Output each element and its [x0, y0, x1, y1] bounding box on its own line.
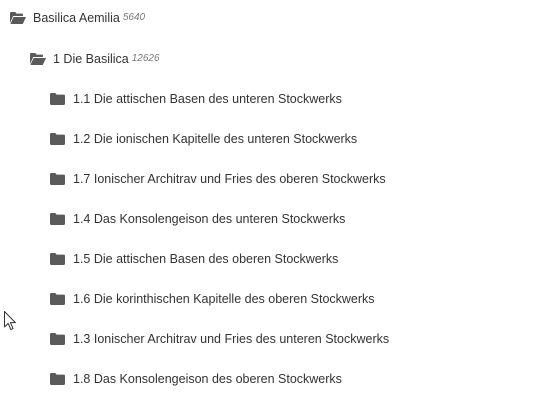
folder-icon	[50, 373, 65, 385]
folder-icon	[50, 133, 65, 145]
tree-node-item[interactable]: 1.1 Die attischen Basen des unteren Stoc…	[50, 91, 342, 107]
tree-node-label: 1.6 Die korinthischen Kapitelle des ober…	[73, 292, 375, 306]
tree-node-item[interactable]: 1.6 Die korinthischen Kapitelle des ober…	[50, 291, 375, 307]
tree-node-item[interactable]: 1.4 Das Konsolengeison des unteren Stock…	[50, 211, 345, 227]
tree-node-label: 1.8 Das Konsolengeison des oberen Stockw…	[73, 372, 342, 386]
folder-icon	[50, 253, 65, 265]
tree-node-label: 1.5 Die attischen Basen des oberen Stock…	[73, 252, 339, 266]
tree-node-item[interactable]: 1.2 Die ionischen Kapitelle des unteren …	[50, 131, 357, 147]
tree-node-label: 1.1 Die attischen Basen des unteren Stoc…	[73, 92, 342, 106]
tree-node-label: 1.2 Die ionischen Kapitelle des unteren …	[73, 132, 358, 146]
tree-node-label: 1 Die Basilica	[53, 52, 129, 66]
folder-open-icon	[10, 12, 26, 24]
folder-icon	[50, 93, 65, 105]
tree-node-label: Basilica Aemilia	[33, 11, 120, 25]
tree-node-root[interactable]: Basilica Aemilia 5640	[10, 10, 145, 26]
folder-icon	[50, 173, 65, 185]
tree-node-child[interactable]: 1 Die Basilica 12626	[30, 51, 160, 67]
folder-icon	[50, 213, 65, 225]
tree-node-item[interactable]: 1.3 Ionischer Architrav und Fries des un…	[50, 331, 389, 347]
tree-node-item[interactable]: 1.5 Die attischen Basen des oberen Stock…	[50, 251, 338, 267]
folder-open-icon	[30, 53, 46, 65]
tree-node-label: 1.3 Ionischer Architrav und Fries des un…	[73, 332, 390, 346]
folder-icon	[50, 333, 65, 345]
tree-node-count: 5640	[122, 12, 146, 23]
mouse-pointer-icon	[4, 311, 16, 331]
folder-icon	[50, 293, 65, 305]
tree-node-label: 1.4 Das Konsolengeison des unteren Stock…	[73, 212, 346, 226]
tree-node-count: 12626	[131, 53, 160, 64]
tree-node-label: 1.7 Ionischer Architrav und Fries des ob…	[73, 172, 386, 186]
tree-node-item[interactable]: 1.7 Ionischer Architrav und Fries des ob…	[50, 171, 386, 187]
tree-node-item[interactable]: 1.8 Das Konsolengeison des oberen Stockw…	[50, 371, 342, 387]
